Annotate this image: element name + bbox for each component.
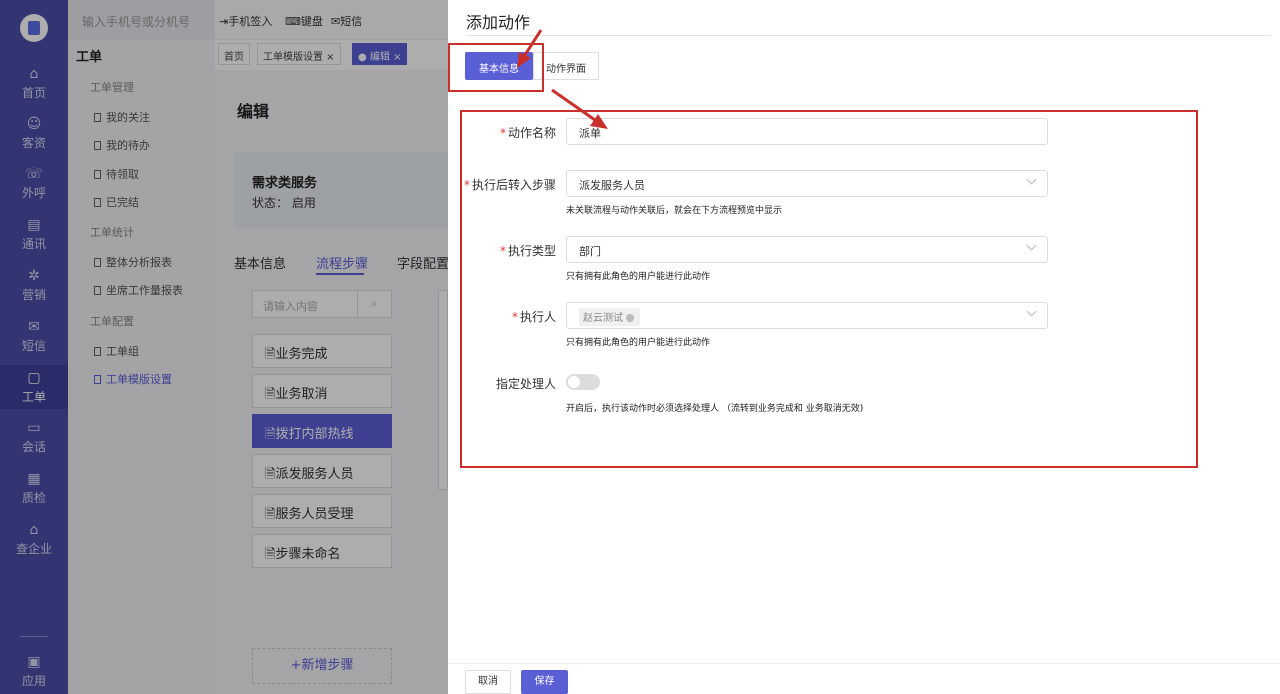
add-action-drawer: 添加动作 基本信息 动作界面 * 动作名称 派单 * 执行后转入步骤 派发服务人员 … [448, 0, 1280, 694]
chevron-down-icon [1026, 174, 1037, 185]
next-step-label: * 执行后转入步骤 [463, 178, 556, 192]
tab-basic-info-drawer[interactable]: 基本信息 [465, 52, 533, 80]
exec-type-label: * 执行类型 [499, 244, 556, 258]
save-button[interactable]: 保存 [521, 670, 568, 694]
modal-overlay[interactable] [0, 0, 448, 694]
exec-type-hint: 只有拥有此角色的用户能进行此动作 [566, 272, 711, 282]
handler-toggle[interactable] [566, 374, 600, 390]
chevron-down-icon [1026, 240, 1037, 251]
exec-type-select[interactable]: 部门 [566, 236, 1048, 263]
action-name-input[interactable]: 派单 [566, 118, 1048, 145]
tab-action-ui[interactable]: 动作界面 [533, 52, 599, 80]
footer-divider [448, 663, 1280, 664]
drawer-divider [466, 35, 1271, 36]
handler-hint: 开启后，执行该动作时必须选择处理人 （流转到业务完成和 业务取消无效) [566, 404, 864, 414]
executor-hint: 只有拥有此角色的用户能进行此动作 [566, 338, 711, 348]
action-name-label: * 动作名称 [499, 126, 556, 140]
close-icon[interactable] [626, 314, 634, 322]
next-step-select[interactable]: 派发服务人员 [566, 170, 1048, 197]
executor-select[interactable]: 赵云测试 [566, 302, 1048, 329]
executor-tag[interactable]: 赵云测试 [579, 308, 640, 326]
handler-label: 指定处理人 [495, 377, 556, 391]
next-step-hint: 未关联流程与动作关联后，就会在下方流程预览中显示 [566, 206, 783, 216]
cancel-button[interactable]: 取消 [465, 670, 511, 694]
chevron-down-icon [1026, 306, 1037, 317]
drawer-title: 添加动作 [466, 13, 531, 32]
executor-label: * 执行人 [511, 310, 556, 324]
